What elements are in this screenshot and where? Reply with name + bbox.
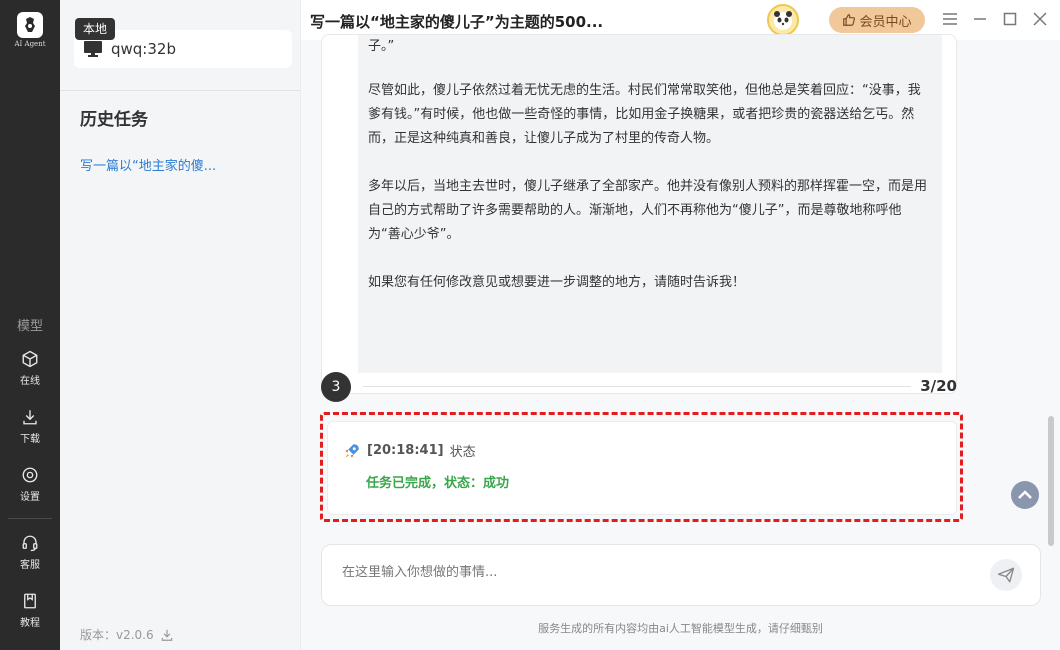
chat-area: 子。” 尽管如此，傻儿子依然过着无忧无虑的生活。村民们常常取笑他，但他总是笑着回… [301, 34, 1060, 650]
headset-icon [22, 535, 38, 552]
model-name: qwq:32b [111, 40, 176, 58]
response-paragraph: 多年以后，当地主去世时，傻儿子继承了全部家产。他并没有像别人预料的那样挥霍一空，… [368, 179, 928, 242]
rail-item-label: 教程 [20, 618, 40, 629]
status-header: [20:18:41] 状态 [343, 441, 476, 460]
response-content: 子。” 尽管如此，傻儿子依然过着无忧无虑的生活。村民们常常取笑他，但他总是笑着回… [358, 35, 942, 373]
rail-item-label: 在线 [20, 376, 40, 387]
footer-disclaimer: 服务生成的所有内容均由ai人工智能模型生成，请仔细甄别 [538, 622, 823, 635]
rail-item-label: 下载 [20, 434, 40, 445]
logo-text: AI Agent [14, 40, 46, 48]
logo-icon [17, 12, 43, 38]
message-input-box [321, 544, 1041, 606]
vip-center-button[interactable]: 会员中心 [829, 7, 925, 33]
rail-item-online[interactable]: 在线 [0, 350, 60, 387]
status-card: [20:18:41] 状态 任务已完成，状态：成功 [327, 421, 957, 515]
rail-section-model: 模型 [16, 319, 43, 334]
version-label: 版本：v2.0.6 [80, 628, 154, 642]
rail-item-support[interactable]: 客服 [0, 534, 60, 571]
local-tag: 本地 [75, 18, 116, 40]
panda-avatar-icon [774, 11, 792, 30]
response-paragraph: 如果您有任何修改意见或想要进一步调整的地方，请随时告诉我！ [368, 275, 746, 290]
book-icon [24, 593, 36, 609]
rail-item-label: 设置 [20, 492, 40, 503]
monitor-icon [84, 41, 102, 57]
history-item[interactable]: 写一篇以“地主家的傻... [80, 155, 216, 174]
history-title: 历史任务 [80, 110, 148, 130]
response-paragraph: 尽管如此，傻儿子依然过着无忧无虑的生活。村民们常常取笑他，但他总是笑着回应：“没… [368, 83, 921, 146]
version-info: 版本：v2.0.6 [80, 626, 174, 643]
menu-icon[interactable] [941, 10, 959, 28]
cube-icon [22, 350, 38, 368]
thumbs-up-icon [843, 14, 856, 26]
rail-item-label: 客服 [20, 560, 40, 571]
scroll-to-top-button[interactable] [1011, 481, 1039, 509]
download-icon [23, 410, 37, 425]
maximize-icon[interactable] [1001, 10, 1019, 28]
gear-icon [22, 467, 38, 483]
message-input[interactable] [342, 565, 942, 580]
send-icon [997, 567, 1015, 583]
rail-divider [8, 518, 52, 519]
rail-item-settings[interactable]: 设置 [0, 466, 60, 503]
scrollbar[interactable] [1048, 416, 1054, 546]
vip-center-label: 会员中心 [859, 14, 912, 30]
avatar[interactable] [767, 4, 799, 36]
rail-item-download[interactable]: 下载 [0, 408, 60, 445]
response-card: 子。” 尽管如此，傻儿子依然过着无忧无虑的生活。村民们常常取笑他，但他总是笑着回… [321, 34, 957, 394]
send-button[interactable] [990, 559, 1022, 591]
step-divider [363, 386, 911, 387]
chevron-up-icon [1018, 490, 1032, 499]
step-indicator: 3 3/20 [321, 372, 957, 402]
response-paragraph: 子。” [368, 39, 395, 54]
download-icon[interactable] [160, 628, 174, 642]
status-highlight: [20:18:41] 状态 任务已完成，状态：成功 [320, 412, 963, 522]
sidebar-divider [60, 90, 300, 91]
rail-item-tutorial[interactable]: 教程 [0, 592, 60, 629]
rocket-icon [345, 443, 359, 458]
minimize-icon[interactable] [971, 10, 989, 28]
status-time: [20:18:41] [367, 443, 444, 458]
status-label: 状态 [449, 445, 476, 460]
app-logo[interactable]: AI Agent [10, 12, 50, 52]
close-icon[interactable] [1031, 10, 1049, 28]
left-rail: AI Agent 模型 在线 下载 设置 客服 教程 [0, 0, 60, 650]
step-number: 3 [321, 372, 351, 402]
step-count: 3/20 [920, 377, 957, 395]
page-title: 写一篇以“地主家的傻儿子”为主题的500... [310, 13, 604, 31]
sidebar: qwq:32b 本地 历史任务 写一篇以“地主家的傻... 版本：v2.0.6 [60, 0, 301, 650]
status-message: 任务已完成，状态：成功 [366, 476, 510, 491]
